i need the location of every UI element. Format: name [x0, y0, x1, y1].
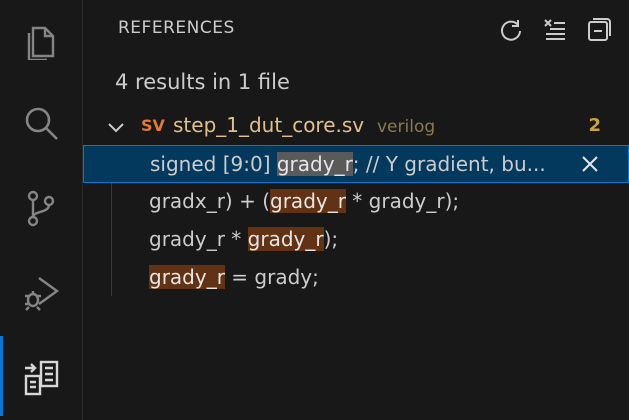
dismiss-icon[interactable] — [578, 152, 602, 176]
explorer-button[interactable] — [0, 0, 82, 80]
file-name: step_1_dut_core.sv — [173, 113, 365, 137]
run-debug-button[interactable] — [0, 252, 82, 332]
result-text: grady_r = grady; — [149, 265, 319, 289]
collapse-all-icon — [588, 18, 611, 41]
reference-result-row[interactable]: gradx_r) + (grady_r * grady_r); — [83, 183, 629, 221]
collapse-all-button[interactable] — [583, 14, 615, 46]
files-icon — [27, 26, 55, 60]
result-match: grady_r — [270, 189, 346, 213]
result-suffix: ); — [323, 227, 339, 251]
result-suffix: * grady_r); — [345, 189, 460, 213]
run-debug-icon — [25, 277, 60, 311]
result-prefix: signed [9:0] — [150, 152, 277, 176]
source-control-icon — [27, 190, 55, 227]
references-icon — [24, 360, 59, 396]
chevron-down-icon[interactable] — [105, 116, 127, 138]
source-control-button[interactable] — [0, 168, 82, 248]
panel-title: REFERENCES — [118, 18, 235, 38]
result-match: grady_r — [276, 152, 353, 176]
result-text: gradx_r) + (grady_r * grady_r); — [149, 189, 459, 213]
result-suffix: ; // Y gradient, bu... — [352, 152, 546, 176]
panel-actions — [495, 14, 615, 46]
search-button[interactable] — [0, 84, 82, 164]
file-language: verilog — [377, 117, 436, 137]
result-match: grady_r — [149, 265, 225, 289]
result-prefix: grady_r * — [149, 227, 248, 251]
reference-result-row[interactable]: grady_r * grady_r); — [83, 221, 629, 259]
result-count-badge: 2 — [588, 115, 601, 136]
file-type-icon: SV — [141, 116, 165, 135]
refresh-icon — [501, 20, 521, 41]
result-prefix: gradx_r) + ( — [149, 189, 271, 213]
results-summary: 4 results in 1 file — [115, 70, 290, 94]
activity-bar — [0, 0, 83, 420]
refresh-button[interactable] — [495, 14, 527, 46]
references-panel: REFERENCES 4 results in 1 file SV step_1… — [83, 0, 629, 420]
result-text: signed [9:0] grady_r; // Y gradient, bu.… — [150, 152, 546, 176]
reference-result-row[interactable]: signed [9:0] grady_r; // Y gradient, bu.… — [83, 145, 629, 183]
search-icon — [25, 107, 58, 140]
result-suffix: = grady; — [224, 265, 319, 289]
reference-result-row[interactable]: grady_r = grady; — [83, 259, 629, 297]
clear-all-button[interactable] — [539, 14, 571, 46]
clear-all-icon — [544, 19, 565, 40]
file-group-row[interactable]: SV step_1_dut_core.sv verilog 2 — [83, 110, 629, 144]
references-view-button[interactable] — [0, 336, 82, 416]
result-text: grady_r * grady_r); — [149, 227, 338, 251]
result-match: grady_r — [247, 227, 324, 251]
